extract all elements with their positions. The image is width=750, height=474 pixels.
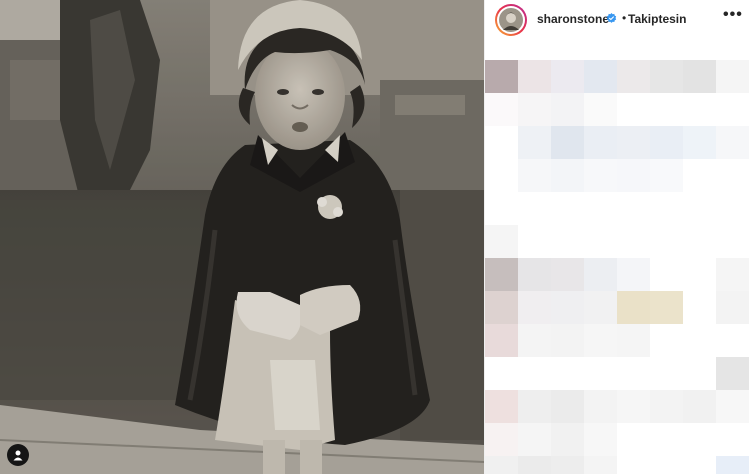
more-options-icon[interactable]: ••• [723,6,743,24]
user-tag-icon[interactable] [7,444,29,466]
separator-dot: • [622,11,627,25]
caption-comments-pixelated [485,60,750,474]
vintage-photo-child-in-cape [0,0,484,474]
story-ring[interactable] [495,4,527,36]
verified-badge-icon [606,13,617,23]
avatar-image [499,8,523,32]
post-sidebar: sharonstone • Takiptesin ••• [484,0,750,474]
avatar[interactable] [497,6,525,34]
follow-status-button[interactable]: Takiptesin [628,12,686,26]
post-photo[interactable] [0,0,484,474]
instagram-post: sharonstone • Takiptesin ••• [0,0,750,474]
username[interactable]: sharonstone [537,12,609,26]
post-header: sharonstone • Takiptesin ••• [485,0,750,44]
